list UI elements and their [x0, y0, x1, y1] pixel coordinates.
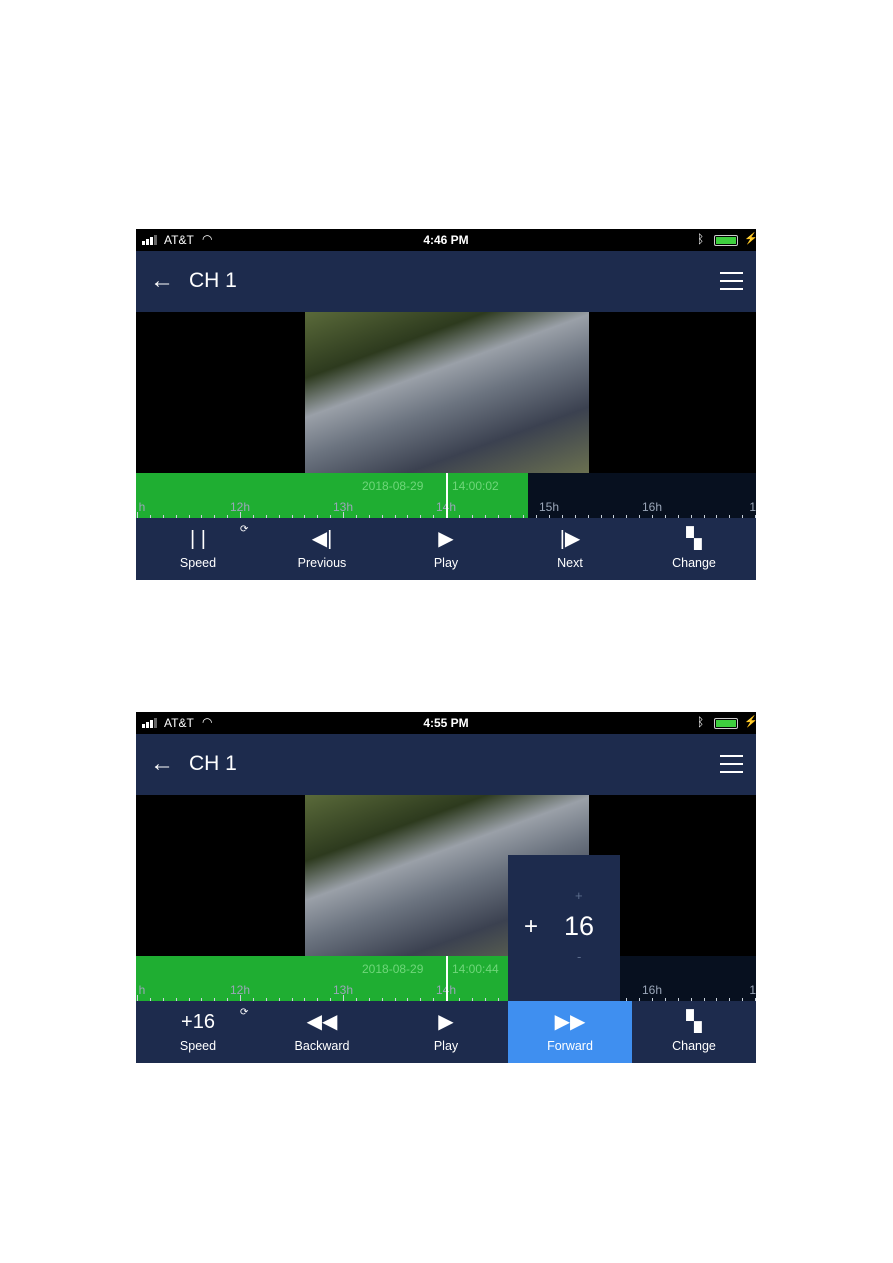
app-header: ← CH 1: [136, 734, 756, 795]
button-label: Change: [672, 1039, 716, 1053]
timeline-time: 14:00:44: [452, 962, 499, 976]
back-arrow-icon[interactable]: ←: [150, 750, 174, 778]
play-button[interactable]: ▶ Play: [384, 1001, 508, 1063]
play-icon: ▶: [438, 528, 454, 550]
status-bar: AT&T ◠ 4:55 PM ᛒ ⚡: [136, 712, 756, 734]
sync-icon[interactable]: ⟳: [240, 524, 248, 535]
channel-title: CH 1: [189, 752, 237, 775]
button-label: Forward: [547, 1039, 593, 1053]
timeline[interactable]: 2018-08-29 14:00:02 h12h13h14h15h16h17: [136, 473, 756, 518]
previous-icon: ◀|: [311, 528, 333, 550]
playhead[interactable]: [446, 956, 448, 1001]
hour-label: h: [138, 983, 146, 997]
menu-icon[interactable]: [720, 272, 743, 290]
hour-label: 15h: [538, 500, 560, 514]
backward-button[interactable]: ◀◀ Backward: [260, 1001, 384, 1063]
camera-video-frame[interactable]: [305, 312, 589, 473]
playback-controls: +16 Speed ⟳ ◀◀ Backward ▶ Play ▶▶ Forward ▚ Change: [136, 1001, 756, 1063]
manual-page: AT&T ◠ 4:46 PM ᛒ ⚡ ← CH 1 2018-08-29 14:…: [0, 0, 893, 1263]
hour-label: 16h: [641, 983, 663, 997]
speed-sign: +: [524, 913, 539, 940]
change-button[interactable]: ▚ Change: [632, 1001, 756, 1063]
menu-icon[interactable]: [720, 755, 743, 773]
change-layout-icon: ▚: [686, 1011, 702, 1033]
hour-label: 16h: [641, 500, 663, 514]
hour-label: h: [138, 500, 146, 514]
screenshot-playback-normal: AT&T ◠ 4:46 PM ᛒ ⚡ ← CH 1 2018-08-29 14:…: [136, 229, 756, 580]
button-label: Next: [557, 556, 583, 570]
channel-title: CH 1: [189, 269, 237, 292]
app-header: ← CH 1: [136, 251, 756, 312]
speed-button[interactable]: | | Speed ⟳: [136, 518, 260, 580]
change-button[interactable]: ▚ Change: [632, 518, 756, 580]
play-button[interactable]: ▶ Play: [384, 518, 508, 580]
screenshot-playback-forward: AT&T ◠ 4:55 PM ᛒ ⚡ ← CH 1 2018-08-29 14:…: [136, 712, 756, 1063]
button-label: Play: [433, 556, 459, 570]
playback-controls: | | Speed ⟳ ◀| Previous ▶ Play |▶ Next ▚ Change: [136, 518, 756, 580]
timeline-time: 14:00:02: [452, 479, 499, 493]
bluetooth-icon: ᛒ: [697, 232, 705, 246]
speed-decrease[interactable]: -: [577, 949, 581, 964]
back-arrow-icon[interactable]: ←: [150, 267, 174, 295]
rewind-icon: ◀◀: [306, 1011, 338, 1033]
button-label: Speed: [179, 556, 217, 570]
charging-icon: ⚡: [744, 716, 756, 728]
previous-button[interactable]: ◀| Previous: [260, 518, 384, 580]
sync-icon[interactable]: ⟳: [240, 1007, 248, 1018]
speed-popup: + +16 -: [508, 855, 620, 1001]
timeline[interactable]: 2018-08-29 14:00:44 h12h13h14h15h16h17: [136, 956, 756, 1001]
button-label: Change: [672, 556, 716, 570]
status-bar: AT&T ◠ 4:46 PM ᛒ ⚡: [136, 229, 756, 251]
clock: 4:55 PM: [423, 716, 469, 730]
button-label: Speed: [179, 1039, 217, 1053]
hour-label: 17: [749, 500, 756, 514]
battery-icon: [714, 235, 738, 246]
change-layout-icon: ▚: [686, 528, 702, 550]
button-label: Play: [433, 1039, 459, 1053]
button-label: Backward: [294, 1039, 350, 1053]
timeline-date: 2018-08-29: [362, 962, 424, 976]
next-icon: |▶: [559, 528, 581, 550]
timeline-date: 2018-08-29: [362, 479, 424, 493]
playhead[interactable]: [446, 473, 448, 518]
fast-forward-icon: ▶▶: [554, 1011, 586, 1033]
bluetooth-icon: ᛒ: [697, 715, 705, 729]
button-label: Previous: [297, 556, 347, 570]
speed-value: 16: [564, 911, 595, 941]
speed-button[interactable]: +16 Speed ⟳: [136, 1001, 260, 1063]
charging-icon: ⚡: [744, 233, 756, 245]
battery-icon: [714, 718, 738, 729]
clock: 4:46 PM: [423, 233, 469, 247]
forward-button[interactable]: ▶▶ Forward: [508, 1001, 632, 1063]
speed-increase[interactable]: +: [575, 888, 583, 903]
next-button[interactable]: |▶ Next: [508, 518, 632, 580]
hour-label: 17: [749, 983, 756, 997]
play-icon: ▶: [438, 1011, 454, 1033]
